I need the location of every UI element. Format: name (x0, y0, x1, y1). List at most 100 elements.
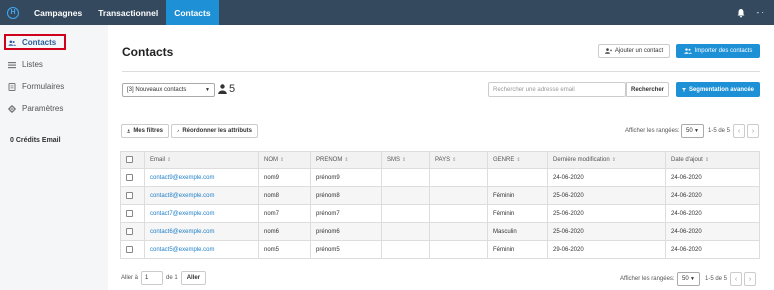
email-credits: 0 Crédits Email (10, 137, 61, 144)
cell-modification: 25-06-2020 (547, 186, 666, 205)
table-row: contact8@exemple.com nom8 prénom8 Fémini… (120, 186, 760, 205)
goto-page: Aller à 1 de 1 Aller (121, 271, 207, 285)
cell-nom: nom9 (258, 168, 311, 187)
table-header-row: Email ⇕ NOM ⇕ PRENOM ⇕ SMS ⇕ PAYS ⇕ GENRE ⇕ De… (120, 151, 760, 169)
cell-sms (381, 240, 430, 259)
nav-transactionnel[interactable]: Transactionnel (90, 0, 166, 25)
column-header-nom[interactable]: NOM ⇕ (258, 151, 311, 169)
contact-email-link[interactable]: contact5@exemple.com (150, 247, 214, 253)
cell-nom: nom5 (258, 240, 311, 259)
table-row: contact5@exemple.com nom5 prénom5 Fémini… (120, 240, 760, 259)
prev-page-button[interactable]: ‹ (730, 272, 742, 286)
cell-nom: nom7 (258, 204, 311, 223)
contact-email-link[interactable]: contact7@exemple.com (150, 211, 214, 217)
sort-icon: ⇕ (402, 157, 407, 163)
contact-count: 5 (218, 83, 235, 95)
table-row: contact6@exemple.com nom6 prénom6 Mascul… (120, 222, 760, 241)
column-header-derniere-modification[interactable]: Dernière modification ⇕ (547, 151, 666, 169)
wrench-icon (177, 129, 180, 133)
logo[interactable]: H (0, 0, 26, 25)
row-checkbox[interactable] (126, 245, 133, 253)
cell-pays (429, 240, 488, 259)
sidebar-item-formulaires[interactable]: Formulaires (8, 82, 64, 91)
sidebar-item-label: Formulaires (22, 82, 65, 91)
contacts-table: Email ⇕ NOM ⇕ PRENOM ⇕ SMS ⇕ PAYS ⇕ GENRE ⇕ De… (120, 151, 760, 259)
advanced-segmentation-button[interactable]: Segmentation avancée (676, 82, 760, 97)
top-navbar: H Campagnes Transactionnel Contacts - · (0, 0, 774, 25)
list-select[interactable]: [3] Nouveaux contacts ▼ (122, 83, 215, 97)
column-header-sms[interactable]: SMS ⇕ (381, 151, 430, 169)
rows-per-page-select[interactable]: 50 ▼ (681, 124, 704, 138)
sidebar-item-listes[interactable]: Listes (8, 60, 43, 69)
sidebar-item-label: Contacts (22, 38, 57, 47)
column-header-date-ajout[interactable]: Date d'ajout ⇕ (665, 151, 760, 169)
rows-per-page-select[interactable]: 50 ▼ (677, 272, 700, 286)
cell-modification: 25-06-2020 (547, 204, 666, 223)
select-all-checkbox[interactable] (126, 156, 133, 164)
my-filters-button[interactable]: Mes filtres (121, 124, 169, 138)
contact-email-link[interactable]: contact6@exemple.com (150, 229, 214, 235)
sort-icon: ⇕ (516, 157, 521, 163)
cell-sms (381, 222, 430, 241)
goto-label: Aller à (121, 275, 139, 281)
goto-button[interactable]: Aller (180, 271, 207, 285)
column-header-prenom[interactable]: PRENOM ⇕ (310, 151, 382, 169)
cell-date-ajout: 24-06-2020 (665, 186, 760, 205)
chevron-right-icon: › (751, 127, 755, 135)
sort-icon: ⇕ (704, 157, 710, 163)
total-pages: de 1 (166, 275, 178, 281)
cell-pays (429, 204, 488, 223)
main-content: Contacts Ajouter un contact Importer des… (108, 25, 774, 290)
cell-prenom: prénom6 (310, 222, 382, 241)
row-checkbox[interactable] (126, 173, 133, 181)
column-header-pays[interactable]: PAYS ⇕ (429, 151, 488, 169)
chevron-down-icon: ▼ (694, 128, 699, 134)
row-checkbox[interactable] (126, 209, 133, 217)
table-row: contact9@exemple.com nom9 prénom9 24-06-… (120, 168, 760, 187)
chevron-right-icon: › (748, 275, 752, 283)
sort-icon: ⇕ (167, 157, 172, 163)
nav-contacts[interactable]: Contacts (166, 0, 219, 25)
cell-pays (429, 222, 488, 241)
import-contacts-button[interactable]: Importer des contacts (676, 44, 760, 58)
prev-page-button[interactable]: ‹ (733, 124, 745, 138)
select-all-cell[interactable] (120, 151, 145, 169)
cell-date-ajout: 24-06-2020 (665, 204, 760, 223)
cell-sms (381, 204, 430, 223)
user-menu[interactable]: - · (756, 8, 764, 17)
cell-nom: nom8 (258, 186, 311, 205)
reorder-attributes-button[interactable]: Réordonner les attributs (171, 124, 258, 138)
sidebar-item-parametres[interactable]: Paramètres (8, 104, 63, 113)
contact-email-link[interactable]: contact9@exemple.com (150, 175, 214, 181)
bell-icon[interactable] (736, 8, 746, 18)
gear-icon (8, 104, 16, 113)
next-page-button[interactable]: › (744, 272, 756, 286)
table-row: contact7@exemple.com nom7 prénom7 Fémini… (120, 204, 760, 223)
cell-modification: 25-06-2020 (547, 222, 666, 241)
add-contact-button[interactable]: Ajouter un contact (598, 44, 670, 58)
column-header-genre[interactable]: GENRE ⇕ (487, 151, 548, 169)
cell-sms (381, 168, 430, 187)
contact-email-link[interactable]: contact8@exemple.com (150, 193, 214, 199)
user-icon (218, 84, 227, 94)
cell-pays (429, 168, 488, 187)
page-range: 1-5 de 5 (705, 276, 728, 282)
column-header-email[interactable]: Email ⇕ (144, 151, 259, 169)
chevron-down-icon: ▼ (690, 276, 695, 282)
sidebar: Contacts Listes Formulaires Paramètres 0… (0, 25, 108, 290)
goto-page-input[interactable]: 1 (141, 271, 164, 285)
row-checkbox[interactable] (126, 227, 133, 235)
cell-genre: Féminin (487, 204, 548, 223)
nav-campagnes[interactable]: Campagnes (26, 0, 90, 25)
cell-date-ajout: 24-06-2020 (665, 168, 760, 187)
search-input[interactable]: Rechercher une adresse email (488, 82, 626, 97)
sidebar-item-contacts[interactable]: Contacts (8, 38, 56, 47)
next-page-button[interactable]: › (747, 124, 759, 138)
chevron-down-icon: ▼ (205, 87, 210, 93)
cell-nom: nom6 (258, 222, 311, 241)
list-icon (8, 61, 16, 68)
divider (122, 71, 760, 72)
cell-modification: 29-06-2020 (547, 240, 666, 259)
row-checkbox[interactable] (126, 191, 133, 199)
search-button[interactable]: Rechercher (626, 82, 669, 97)
